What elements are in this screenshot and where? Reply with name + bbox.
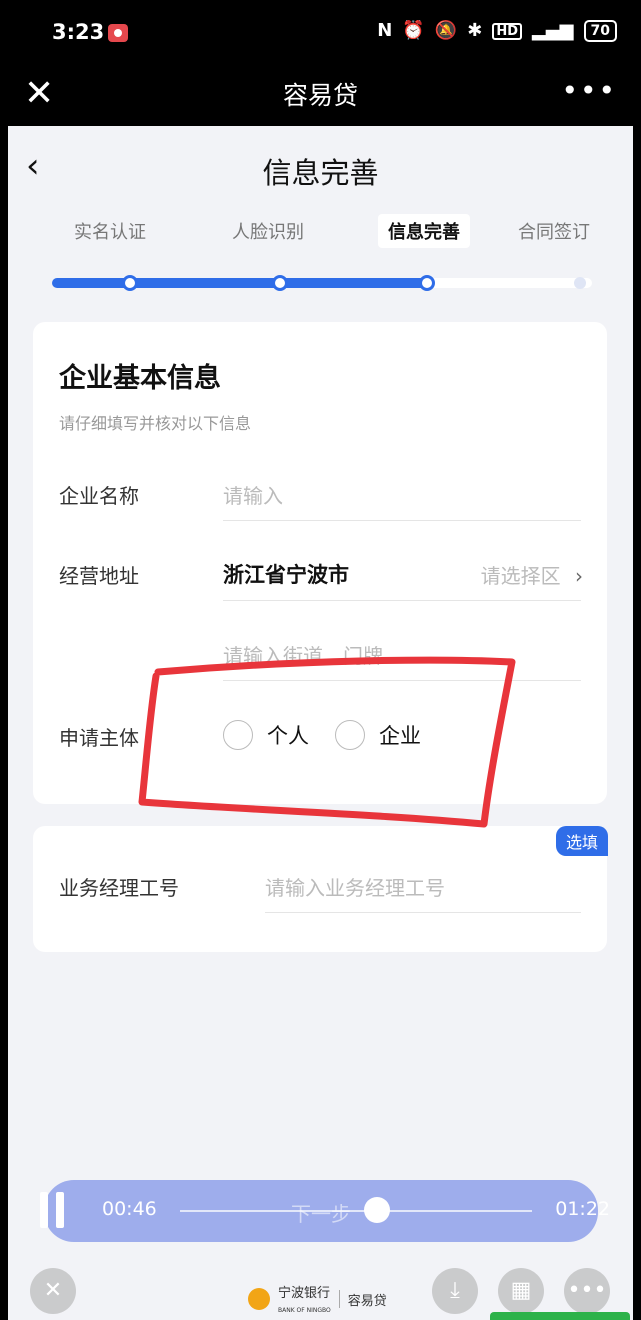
video-player: 00:46 下一步 01:22 [40, 1180, 610, 1242]
divider [223, 600, 581, 601]
radio-enterprise[interactable]: 企业 [335, 720, 421, 750]
divider [223, 520, 581, 521]
step-progress [52, 275, 592, 291]
next-step-button[interactable]: 下一步 [44, 1198, 598, 1227]
page-title: 信息完善 [262, 156, 379, 190]
bottom-bar: ✕ 宁波银行 BANK OF NINGBO 容易贷 ⤓ ▦ ••• [0, 1256, 641, 1320]
bank-name: 宁波银行 BANK OF NINGBO [278, 1282, 331, 1316]
total-time: 01:22 [555, 1198, 610, 1220]
section-title: 企业基本信息 [59, 363, 221, 394]
hd-icon: HD [492, 22, 522, 40]
green-indicator [490, 1312, 630, 1320]
applicant-label: 申请主体 [59, 726, 139, 750]
district-picker[interactable]: 请选择区 › [481, 560, 583, 589]
product-name: 容易贷 [347, 1293, 387, 1309]
street-input[interactable]: 请输入街道、门牌 [223, 640, 383, 669]
district-placeholder: 请选择区 [480, 564, 561, 588]
app-title: 容易贷 [282, 81, 358, 110]
battery-icon: 70 [583, 20, 617, 42]
step-contract: 合同签订 [518, 222, 590, 243]
step-tabs: 实名认证 人脸识别 信息完善 合同签订 [8, 214, 633, 258]
address-label: 经营地址 [59, 564, 139, 588]
radio-circle-icon [223, 720, 253, 750]
page-header: ‹ 信息完善 [8, 126, 633, 206]
seek-handle[interactable] [364, 1197, 391, 1223]
step-identity: 实名认证 [74, 222, 146, 243]
alarm-icon: ⏰ [402, 20, 425, 41]
mute-icon: 🔕 [434, 20, 458, 41]
step-dot [122, 275, 138, 291]
download-icon[interactable]: ⤓ [432, 1268, 478, 1314]
more-icon[interactable]: ••• [564, 1268, 610, 1314]
radio-label: 个人 [267, 724, 309, 748]
grid-icon[interactable]: ▦ [498, 1268, 544, 1314]
radio-personal[interactable]: 个人 [223, 720, 309, 750]
step-face: 人脸识别 [232, 222, 304, 243]
chevron-right-icon: › [575, 564, 583, 588]
step-info: 信息完善 [378, 214, 470, 248]
bank-name-en: BANK OF NINGBO [278, 1307, 331, 1314]
screen-record-icon [108, 24, 128, 42]
bank-logo: 宁波银行 BANK OF NINGBO 容易贷 [248, 1282, 387, 1316]
step-dot [272, 275, 288, 291]
status-icons: N ⏰ 🔕 ✱ HD ▂▄▆ 70 [377, 20, 617, 42]
radio-label: 企业 [379, 724, 421, 748]
divider [223, 680, 581, 681]
bank-logo-icon [248, 1288, 270, 1310]
manager-card: 选填 业务经理工号 请输入业务经理工号 [33, 826, 608, 952]
section-subtitle: 请仔细填写并核对以下信息 [59, 414, 252, 433]
bank-name-cn: 宁波银行 [278, 1286, 331, 1301]
close-icon[interactable]: ✕ [30, 1268, 76, 1314]
status-time: 3:23 [52, 20, 105, 44]
progress-fill [52, 278, 428, 288]
logo-separator [338, 1290, 340, 1308]
seek-bar[interactable] [180, 1210, 532, 1212]
manager-id-input[interactable]: 请输入业务经理工号 [265, 872, 445, 901]
status-bar: 3:23 N ⏰ 🔕 ✱ HD ▂▄▆ 70 [0, 0, 641, 66]
manager-id-label: 业务经理工号 [59, 876, 179, 900]
basic-info-card: 企业基本信息 请仔细填写并核对以下信息 企业名称 请输入 经营地址 浙江省宁波市… [33, 322, 607, 804]
radio-circle-icon [335, 720, 365, 750]
optional-badge: 选填 [555, 826, 608, 856]
step-dot [574, 277, 586, 289]
company-name-input[interactable]: 请输入 [223, 480, 283, 509]
nfc-icon: N [377, 20, 393, 41]
bluetooth-icon: ✱ [467, 20, 483, 41]
step-dot [419, 275, 435, 291]
app-bar: ✕ 容易贷 ••• [0, 66, 641, 126]
page: ‹ 信息完善 实名认证 人脸识别 信息完善 合同签订 企业基本信息 请仔细填写并… [8, 126, 633, 1320]
more-icon[interactable]: ••• [561, 74, 617, 107]
divider [265, 912, 581, 913]
company-name-label: 企业名称 [59, 484, 139, 508]
address-value: 浙江省宁波市 [223, 563, 349, 587]
5g-signal-icon: ▂▄▆ [531, 20, 574, 41]
